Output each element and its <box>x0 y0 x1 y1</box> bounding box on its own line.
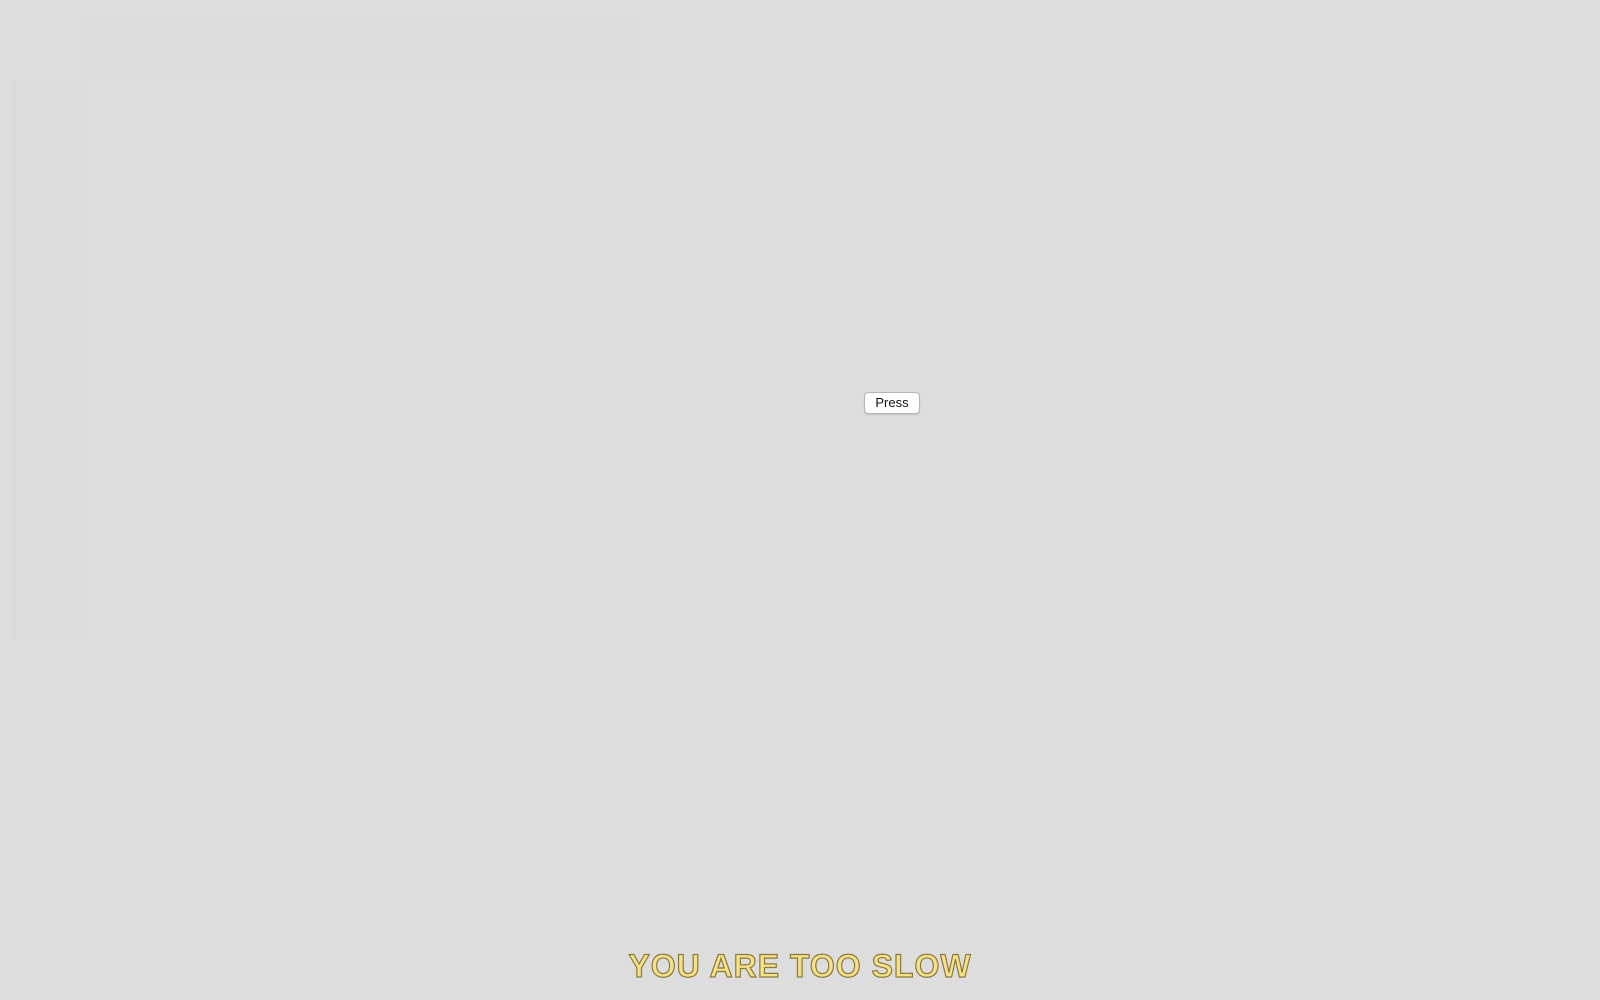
faint-header-ghost <box>80 18 640 78</box>
too-slow-message: YOU ARE TOO SLOW <box>628 947 972 984</box>
press-button[interactable]: Press <box>864 392 920 414</box>
game-stage: Press YOU ARE TOO SLOW <box>0 0 1600 1000</box>
faint-sidebar-ghost <box>12 80 82 640</box>
